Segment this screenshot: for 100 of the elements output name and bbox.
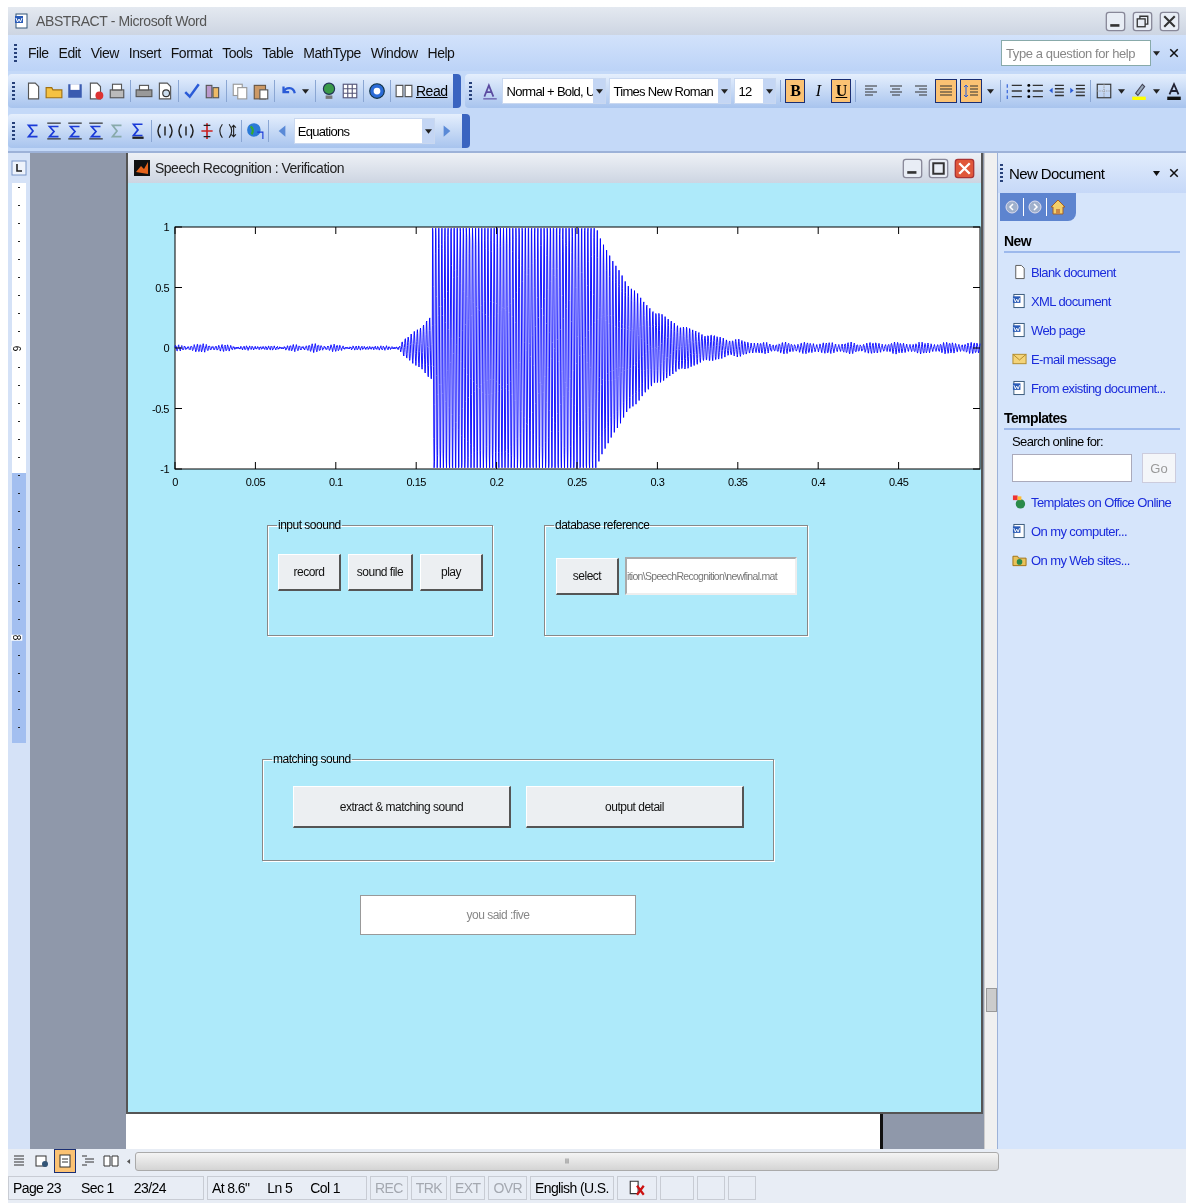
figure-button[interactable]: select	[556, 557, 619, 595]
word-document-icon[interactable]	[1012, 321, 1027, 339]
alignment-button[interactable]	[935, 79, 958, 103]
y-tick-label: -0.5	[152, 402, 169, 415]
group-title: input soound	[277, 518, 342, 532]
view-button[interactable]	[54, 1149, 76, 1173]
line-spacing-button[interactable]	[960, 79, 983, 103]
language-status[interactable]: English (U.S.	[529, 1176, 614, 1200]
format-button[interactable]: U	[831, 79, 852, 103]
search-field[interactable]	[1012, 454, 1132, 482]
task-link[interactable]: Web page	[1031, 322, 1086, 338]
caret-icon[interactable]	[1153, 50, 1160, 56]
menu-item[interactable]: Help	[422, 45, 460, 61]
close-icon[interactable]	[954, 157, 975, 179]
figure-button[interactable]: sound file	[348, 554, 413, 591]
menu-item[interactable]: Table	[257, 45, 299, 61]
task-link[interactable]: Templates on Office Online	[1031, 494, 1172, 510]
menu-item[interactable]: MathType	[298, 45, 366, 61]
equation-number-icon[interactable]	[218, 122, 237, 140]
status-text: Sec 1	[80, 1180, 114, 1196]
caret-icon[interactable]	[302, 88, 309, 94]
restore-icon[interactable]	[1132, 10, 1153, 32]
caret-icon[interactable]	[1118, 88, 1126, 94]
save-icon[interactable]	[66, 82, 84, 100]
sigma-icon[interactable]	[86, 122, 105, 140]
office-online-icon[interactable]	[1012, 493, 1027, 511]
bullets-icon[interactable]	[1026, 82, 1045, 100]
equations-dropdown[interactable]: Equations	[293, 118, 435, 144]
figure-button[interactable]: output detail	[526, 786, 744, 828]
vertical-scrollbar[interactable]	[984, 153, 997, 1149]
borders-icon[interactable]	[1095, 82, 1114, 100]
figure-button[interactable]: extract & matching sound	[293, 786, 511, 828]
print-preview-icon[interactable]	[156, 82, 174, 100]
globe-icon[interactable]	[320, 82, 338, 100]
styles-icon[interactable]	[481, 82, 500, 100]
menu-item[interactable]: Format	[165, 45, 218, 61]
word-document-icon[interactable]	[1012, 522, 1027, 540]
menu-item[interactable]: File	[23, 45, 54, 61]
path-field[interactable]: ition\SpeechRecognition\newfinal.mat	[625, 557, 797, 595]
task-link[interactable]: E-mail message	[1031, 351, 1116, 367]
sigma-icon[interactable]	[44, 122, 63, 140]
blank-document-icon[interactable]	[1012, 263, 1027, 281]
format-button[interactable]: B	[785, 79, 806, 103]
font-size-dropdown[interactable]: 12	[734, 78, 777, 104]
home-icon[interactable]	[1050, 198, 1066, 216]
task-link[interactable]: From existing document...	[1031, 380, 1166, 396]
minimize-icon[interactable]	[1105, 10, 1126, 32]
task-link[interactable]: On my computer...	[1031, 523, 1127, 539]
y-tick-label: -1	[160, 463, 169, 475]
word-document-icon[interactable]	[1012, 292, 1027, 310]
close-icon[interactable]	[1159, 10, 1180, 32]
caret-icon	[595, 88, 603, 94]
help-search-field[interactable]: Type a question for help	[1001, 40, 1151, 66]
menu-item[interactable]: Window	[365, 45, 423, 61]
close-icon[interactable]	[1168, 167, 1180, 179]
document-icon[interactable]	[87, 82, 105, 100]
printer-icon[interactable]	[108, 82, 126, 100]
minimize-icon[interactable]	[902, 157, 923, 179]
font-dropdown[interactable]: Times New Roman	[609, 78, 732, 104]
status-panel	[659, 1176, 694, 1200]
style-dropdown[interactable]: Normal + Bold, U	[502, 78, 607, 104]
book-icon[interactable]	[395, 82, 413, 100]
copy-icon[interactable]	[231, 82, 249, 100]
menu-item[interactable]: Insert	[123, 45, 166, 61]
horizontal-scrollbar[interactable]	[135, 1151, 999, 1171]
figure-button[interactable]: record	[278, 554, 341, 591]
forward-icon[interactable]	[1027, 198, 1043, 216]
back-icon[interactable]	[1004, 198, 1020, 216]
table-icon[interactable]	[341, 82, 359, 100]
scroll-left-icon[interactable]	[125, 1158, 132, 1164]
caret-icon[interactable]	[1153, 88, 1161, 94]
x-tick-label: 0.15	[406, 476, 426, 488]
tab-stop-icon[interactable]	[11, 160, 27, 176]
read-button[interactable]: Read	[416, 83, 448, 99]
caret-icon[interactable]	[987, 88, 995, 94]
paste-icon[interactable]	[252, 82, 270, 100]
word-document-icon[interactable]	[1012, 379, 1027, 397]
equation-number-icon[interactable]	[155, 122, 174, 140]
equation-number-icon[interactable]	[176, 122, 195, 140]
dropdown-icon[interactable]	[1153, 170, 1160, 176]
x-tick-label: 0.2	[489, 476, 504, 488]
books-icon[interactable]	[204, 82, 222, 100]
numbering-icon[interactable]	[1005, 82, 1024, 100]
figure-button[interactable]: play	[420, 554, 483, 591]
spelling-icon[interactable]	[183, 82, 201, 100]
menu-item[interactable]: Edit	[53, 45, 86, 61]
globe-icon[interactable]	[245, 122, 264, 140]
task-link[interactable]: XML document	[1031, 293, 1111, 309]
sigma-icon[interactable]	[65, 122, 84, 140]
highlighter-icon[interactable]	[1130, 82, 1149, 100]
task-link[interactable]: On my Web sites...	[1031, 552, 1130, 568]
close-icon[interactable]	[1168, 47, 1180, 59]
caret-icon	[720, 88, 728, 94]
font-color-icon[interactable]	[1165, 82, 1184, 100]
printer-icon[interactable]	[135, 82, 153, 100]
menu-item[interactable]: Tools	[217, 45, 258, 61]
maximize-icon[interactable]	[928, 157, 949, 179]
task-link[interactable]: Blank document	[1031, 264, 1116, 280]
menu-item[interactable]: View	[85, 45, 124, 61]
format-button[interactable]: I	[808, 79, 829, 103]
